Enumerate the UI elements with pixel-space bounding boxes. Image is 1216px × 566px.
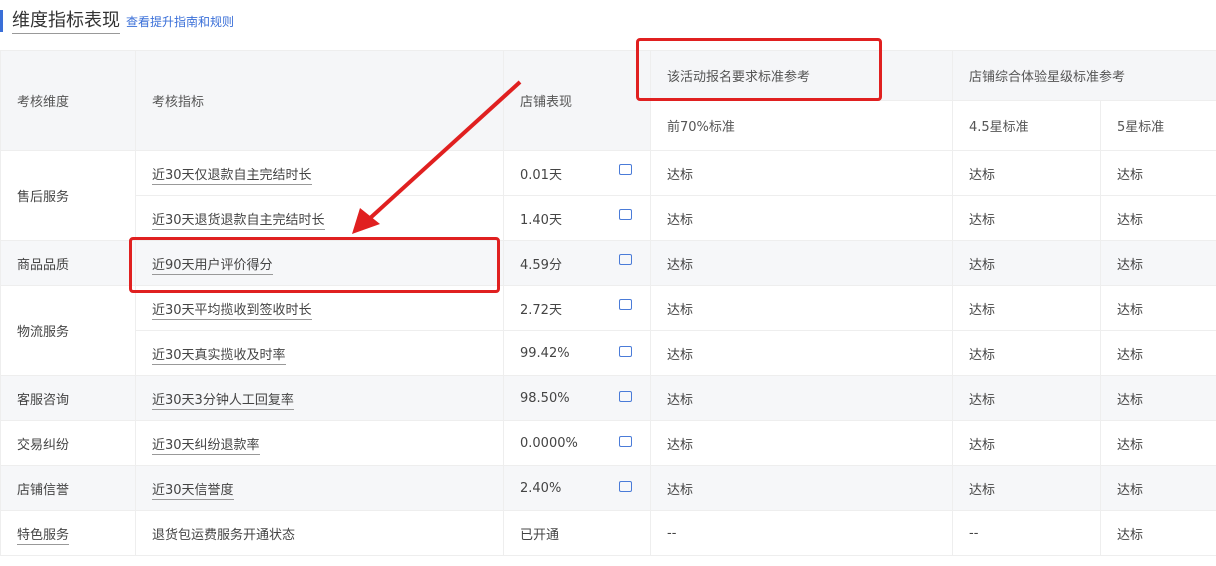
red-arrow-annotation (352, 80, 522, 234)
